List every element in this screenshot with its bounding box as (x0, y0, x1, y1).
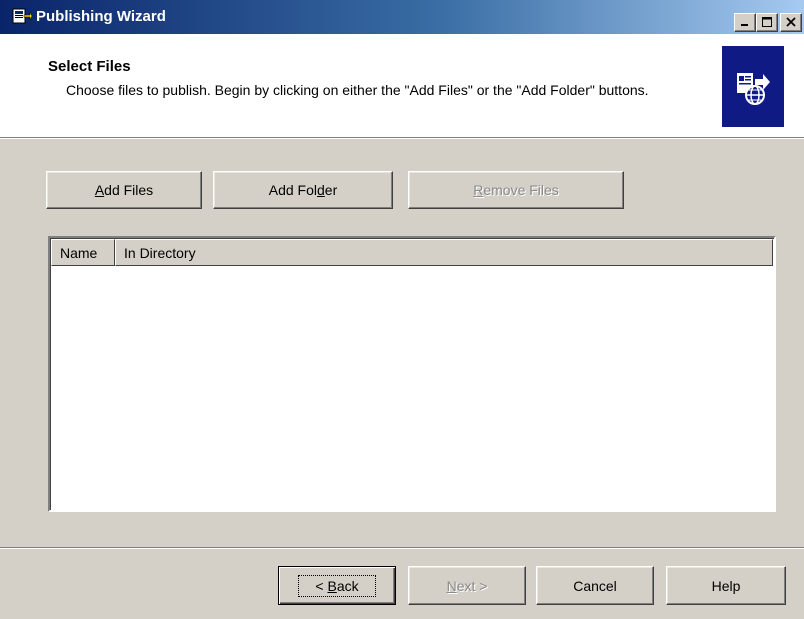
file-list-header: Name In Directory (51, 239, 773, 266)
help-button[interactable]: Help (666, 566, 786, 605)
app-icon (12, 7, 33, 27)
maximize-icon (762, 16, 772, 29)
cancel-button[interactable]: Cancel (536, 566, 654, 605)
focus-rect: < Back (298, 574, 376, 597)
minimize-icon (740, 17, 750, 29)
window-title: Publishing Wizard (36, 8, 166, 25)
next-button[interactable]: Next > (408, 566, 526, 605)
minimize-button[interactable] (734, 13, 756, 32)
page-title: Select Files (48, 58, 131, 75)
close-button[interactable] (780, 13, 802, 32)
file-list[interactable]: Name In Directory (48, 236, 776, 512)
maximize-button[interactable] (756, 13, 778, 32)
back-button[interactable]: < Back (278, 566, 396, 605)
column-header-name[interactable]: Name (51, 239, 115, 266)
publish-web-icon (722, 46, 784, 127)
remove-files-button[interactable]: Remove Files (408, 171, 624, 209)
wizard-header: Select Files Choose files to publish. Be… (0, 34, 804, 139)
title-bar[interactable]: Publishing Wizard (0, 0, 804, 34)
page-description: Choose files to publish. Begin by clicki… (66, 82, 649, 98)
add-folder-button[interactable]: Add Fol d er (213, 171, 393, 209)
column-header-directory[interactable]: In Directory (115, 239, 773, 266)
close-icon (786, 16, 796, 29)
add-files-button[interactable]: Add Files (46, 171, 202, 209)
footer-separator (0, 547, 804, 549)
